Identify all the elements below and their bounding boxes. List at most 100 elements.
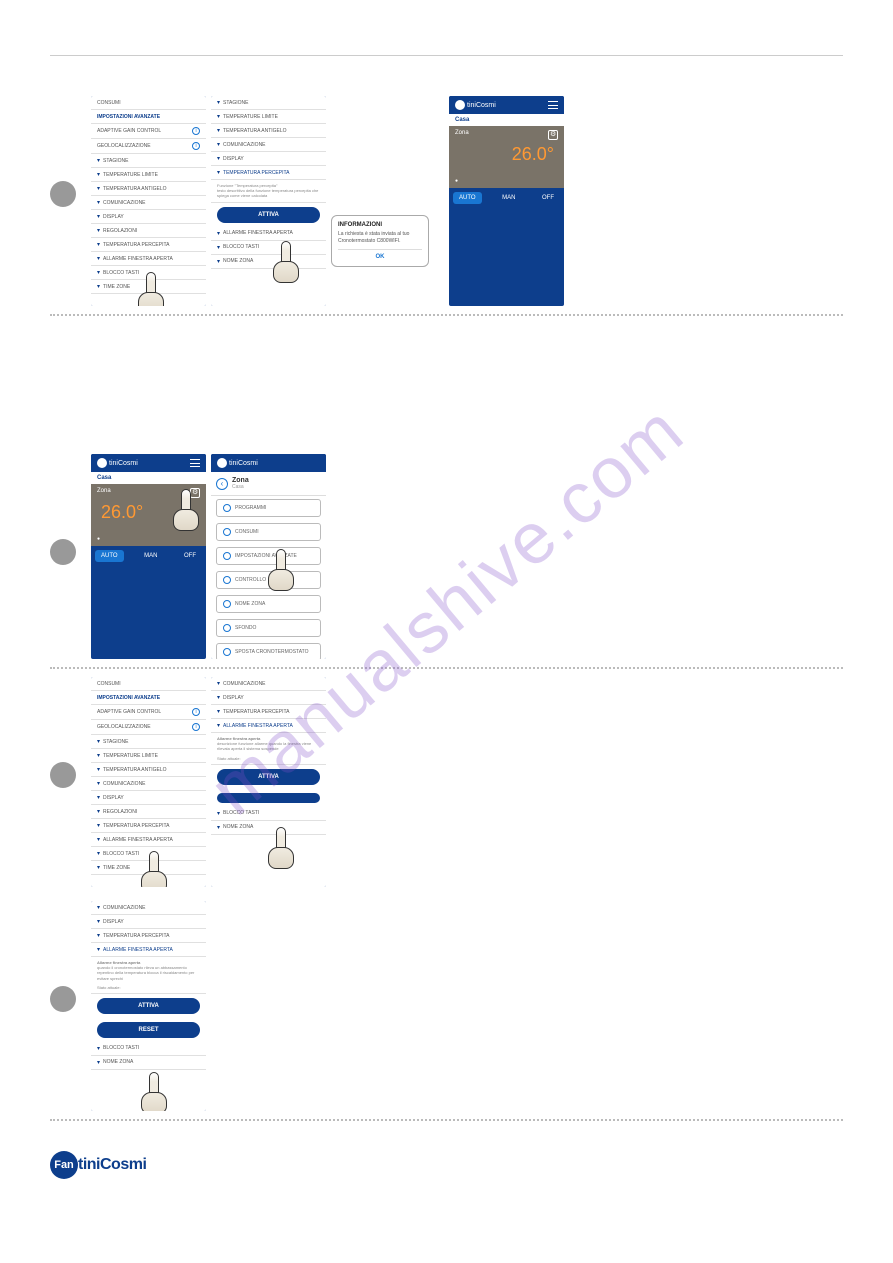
info-icon[interactable]: i [192,142,200,150]
step-3-row: CONSUMI IMPOSTAZIONI AVANZATE ADAPTIVE G… [50,677,843,887]
list-item[interactable]: ▾TIME ZONE [91,280,206,294]
list-item[interactable]: ▾TEMPERATURE LIMITE [91,749,206,763]
list-item-expanded[interactable]: ▾TEMPERATURA PERCEPITA [211,166,326,180]
list-item[interactable]: ▾STAGIONE [91,735,206,749]
reset-button[interactable]: RESET [97,1022,200,1038]
dialog-ok-button[interactable]: OK [338,249,422,260]
list-item[interactable]: ▾ALLARME FINESTRA APERTA [211,227,326,241]
list-item[interactable]: ▾DISPLAY [91,791,206,805]
list-item[interactable]: ▾TEMPERATURA ANTIGELO [91,763,206,777]
attiva-button[interactable]: ATTIVA [217,769,320,785]
nav-item[interactable]: NOME ZONA [216,595,321,613]
hamburger-icon[interactable] [190,459,200,467]
list-item[interactable]: ▾COMUNICAZIONE [91,196,206,210]
zone-detail: ● [97,536,100,542]
list-item[interactable]: ▾BLOCCO TASTI [211,807,326,821]
list-item[interactable]: ▾TEMPERATURA PERCEPITA [91,819,206,833]
logo-icon [97,458,107,468]
attiva-button[interactable]: ATTIVA [97,998,200,1014]
separator [50,667,843,669]
nav-item[interactable]: SFONDO [216,619,321,637]
mode-off-button[interactable]: OFF [178,550,202,562]
nav-item[interactable]: CONSUMI [216,523,321,541]
gear-icon[interactable] [190,488,200,498]
list-item[interactable]: ADAPTIVE GAIN CONTROLi [91,124,206,139]
list-item[interactable]: ADAPTIVE GAIN CONTROLi [91,705,206,720]
chevron-down-icon: ▾ [217,810,220,817]
list-item[interactable]: ▾TEMPERATURA PERCEPITA [211,705,326,719]
chevron-down-icon: ▾ [217,155,220,162]
list-item[interactable]: ▾DISPLAY [91,915,206,929]
list-item-header[interactable]: IMPOSTAZIONI AVANZATE [91,110,206,124]
list-item[interactable]: ▾BLOCCO TASTI [91,847,206,861]
list-item[interactable]: ▾TEMPERATURA ANTIGELO [211,124,326,138]
hamburger-icon[interactable] [548,101,558,109]
zone-tile[interactable]: Zona 26.0° ● [449,126,564,188]
nav-item[interactable]: CONTROLLO [216,571,321,589]
mode-row: AUTO MAN OFF [91,546,206,566]
list-item-expanded[interactable]: ▾ALLARME FINESTRA APERTA [91,943,206,957]
zone-name: Zona [455,130,469,136]
chevron-down-icon: ▾ [217,113,220,120]
info-icon[interactable]: i [192,723,200,731]
list-item[interactable]: ▾BLOCCO TASTI [211,241,326,255]
mode-auto-button[interactable]: AUTO [453,192,482,204]
nav-item[interactable]: SPOSTA CRONOTERMOSTATO [216,643,321,659]
list-item[interactable]: GEOLOCALIZZAZIONEi [91,720,206,735]
list-item[interactable]: ▾COMUNICAZIONE [91,901,206,915]
screen-1d: tiniCosmi Casa Zona 26.0° ● AUTO MAN OFF [449,96,564,306]
list-item[interactable]: ▾TEMPERATURE LIMITE [91,168,206,182]
step-marker [50,762,76,788]
bullet-icon [223,648,231,656]
list-item[interactable]: ▾COMUNICAZIONE [91,777,206,791]
list-item-expanded[interactable]: ▾ALLARME FINESTRA APERTA [211,719,326,733]
chevron-down-icon: ▾ [217,169,220,176]
step-2-row: tiniCosmi Casa Zona 26.0° ● AUTO MAN OFF [50,454,843,659]
menu-subtitle: Casa [232,484,249,490]
mode-off-button[interactable]: OFF [536,192,560,204]
list-item[interactable]: ▾STAGIONE [91,154,206,168]
back-icon[interactable]: ‹ [216,478,228,490]
list-item[interactable]: ▾ALLARME FINESTRA APERTA [91,833,206,847]
list-item[interactable]: ▾NOME ZONA [91,1056,206,1070]
chevron-down-icon: ▾ [217,244,220,251]
list-item[interactable]: ▾REGOLAZIONI [91,224,206,238]
chevron-down-icon: ▾ [97,780,100,787]
attiva-button[interactable]: ATTIVA [217,207,320,223]
description: Funzione "Temperatura percepita" testo d… [211,180,326,203]
nav-item[interactable]: IMPOSTAZIONI AVANZATE [216,547,321,565]
list-item[interactable]: ▾ALLARME FINESTRA APERTA [91,252,206,266]
gear-icon[interactable] [548,130,558,140]
list-item[interactable]: ▾DISPLAY [211,152,326,166]
nav-item[interactable]: PROGRAMMI [216,499,321,517]
list-item[interactable]: ▾NOME ZONA [211,255,326,269]
list-item[interactable]: ▾TEMPERATURE LIMITE [211,110,326,124]
mode-auto-button[interactable]: AUTO [95,550,124,562]
list-item[interactable]: ▾TEMPERATURA PERCEPITA [91,238,206,252]
chevron-down-icon: ▾ [97,946,100,953]
list-item[interactable]: ▾COMUNICAZIONE [211,677,326,691]
list-item[interactable]: ▾BLOCCO TASTI [91,1042,206,1056]
list-item[interactable]: ▾DISPLAY [211,691,326,705]
secondary-button[interactable] [217,793,320,803]
list-item[interactable]: ▾TIME ZONE [91,861,206,875]
mode-man-button[interactable]: MAN [496,192,521,204]
mode-man-button[interactable]: MAN [138,550,163,562]
list-item[interactable]: CONSUMI [91,96,206,110]
list-item[interactable]: ▾STAGIONE [211,96,326,110]
list-item[interactable]: ▾TEMPERATURA PERCEPITA [91,929,206,943]
list-item[interactable]: GEOLOCALIZZAZIONEi [91,139,206,154]
list-item[interactable]: ▾BLOCCO TASTI [91,266,206,280]
info-icon[interactable]: i [192,708,200,716]
bullet-icon [223,504,231,512]
list-item[interactable]: ▾TEMPERATURA ANTIGELO [91,182,206,196]
list-item[interactable]: ▾DISPLAY [91,210,206,224]
list-item[interactable]: ▾COMUNICAZIONE [211,138,326,152]
list-item[interactable]: ▾NOME ZONA [211,821,326,835]
info-icon[interactable]: i [192,127,200,135]
list-item-header[interactable]: IMPOSTAZIONI AVANZATE [91,691,206,705]
zone-tile[interactable]: Zona 26.0° ● [91,484,206,546]
info-dialog: INFORMAZIONI La richiesta è stata inviat… [331,215,429,267]
list-item[interactable]: CONSUMI [91,677,206,691]
list-item[interactable]: ▾REGOLAZIONI [91,805,206,819]
